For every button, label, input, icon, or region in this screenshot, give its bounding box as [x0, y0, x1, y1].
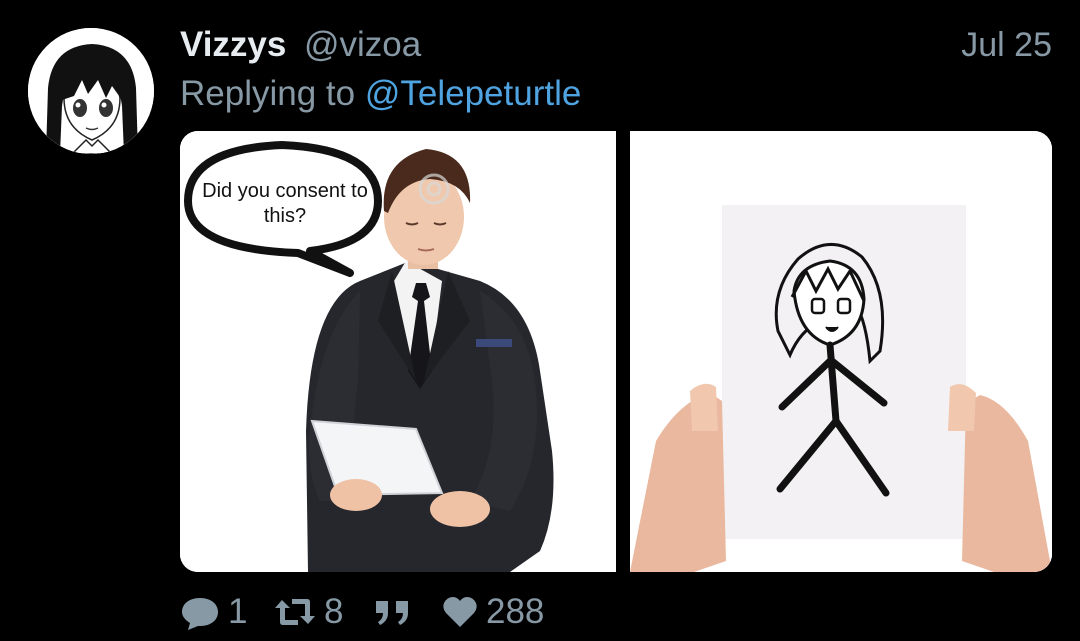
- speech-bubble-text: Did you consent to this?: [202, 180, 368, 227]
- heart-icon: [442, 595, 478, 629]
- like-button[interactable]: 288: [442, 588, 544, 636]
- hands-holding-stick-figure-drawing: [630, 131, 1052, 572]
- reply-icon: [180, 594, 220, 630]
- replying-to-mention[interactable]: @Telepeturtle: [365, 74, 581, 113]
- tweet-actions: 1 8 288: [180, 588, 1052, 636]
- retweet-button[interactable]: 8: [274, 588, 343, 636]
- tweet-media[interactable]: Did you consent to this?: [180, 131, 1052, 572]
- meme-panel-left: Did you consent to this?: [180, 131, 616, 572]
- reply-count: 1: [228, 592, 248, 631]
- quote-tweet-button[interactable]: [374, 588, 412, 636]
- panel-divider: [616, 131, 630, 572]
- quote-icon: [374, 597, 412, 627]
- meme-panel-right: [630, 131, 1052, 572]
- display-name[interactable]: Vizzys: [180, 22, 286, 68]
- retweet-icon: [274, 594, 316, 630]
- retweet-count: 8: [324, 592, 344, 631]
- avatar[interactable]: [28, 28, 154, 154]
- user-handle[interactable]: @vizoa: [304, 22, 421, 68]
- avatar-image: [28, 28, 154, 154]
- replying-to-line: Replying to @Telepeturtle: [180, 72, 581, 116]
- tweet-header: Vizzys @vizoa Jul 25: [180, 22, 1052, 68]
- reply-button[interactable]: 1: [180, 588, 247, 636]
- like-count: 288: [486, 592, 545, 631]
- tweet-date[interactable]: Jul 25: [961, 22, 1052, 68]
- replying-to-label: Replying to: [180, 74, 356, 113]
